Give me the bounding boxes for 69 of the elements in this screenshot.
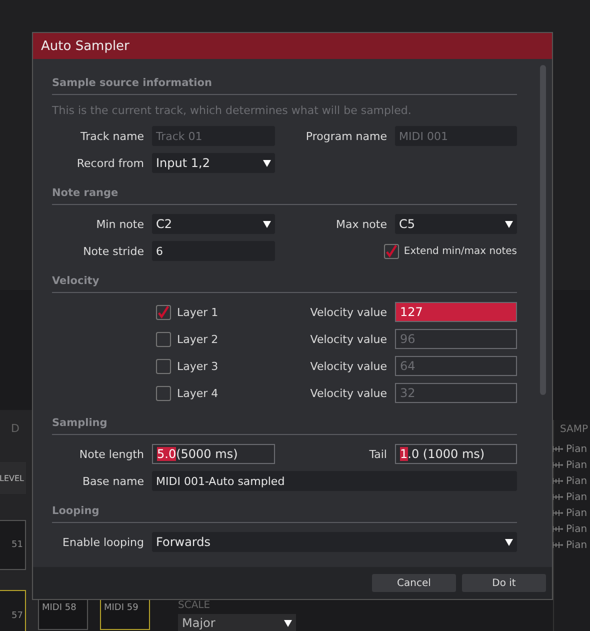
caret-icon: [284, 620, 292, 626]
tail-field[interactable]: 1.0 (1000 ms): [395, 444, 517, 464]
dialog-button[interactable]: Cancel: [372, 574, 456, 592]
caret-icon: [505, 220, 513, 228]
section-heading: Sample source information: [52, 77, 517, 95]
checkbox[interactable]: [156, 386, 171, 400]
record-from-dropdown[interactable]: Input 1,2: [152, 153, 275, 173]
sample-name: Pian: [566, 444, 588, 454]
pad[interactable]: 51: [0, 520, 26, 570]
field-label: Record from: [76, 156, 144, 170]
checkbox-label: Layer 1: [177, 306, 218, 318]
sample-name: Pian: [566, 540, 588, 550]
field-label: Velocity value: [309, 306, 387, 318]
scale-label: SCALE: [178, 600, 212, 611]
column-header: SAMP: [560, 424, 590, 435]
waveform-icon: [550, 509, 564, 517]
level-button[interactable]: LEVEL: [0, 462, 26, 494]
scrollbar-thumb[interactable]: [540, 65, 546, 395]
waveform-icon: [550, 493, 564, 501]
sample-name: Pian: [566, 476, 588, 486]
field-label: Min note: [95, 218, 144, 230]
caret-icon: [263, 220, 271, 228]
sample-name: Pian: [566, 524, 588, 534]
velocity-field[interactable]: 127: [395, 302, 517, 322]
section-heading: Looping: [52, 505, 517, 523]
looping-dropdown[interactable]: Forwards: [152, 532, 517, 552]
field-label: Note length: [78, 448, 144, 460]
section-heading: Sampling: [52, 417, 517, 435]
field-label: Velocity value: [309, 360, 387, 372]
section-heading: Note range: [52, 187, 517, 205]
checkbox-label: Extend min/max notes: [404, 246, 517, 256]
checkbox[interactable]: [156, 332, 171, 346]
waveform-icon: [550, 525, 564, 533]
field-label: Program name: [304, 130, 387, 142]
checkbox-label: Layer 4: [177, 386, 218, 400]
field-label: Max note: [334, 218, 387, 230]
max-note-dropdown[interactable]: C5: [395, 214, 517, 234]
checkbox[interactable]: [156, 358, 171, 374]
field-label: Enable looping: [62, 536, 144, 548]
field-label: Tail: [368, 448, 387, 460]
min-note-dropdown[interactable]: C2: [152, 214, 275, 234]
checkbox[interactable]: [156, 304, 171, 320]
sample-name: Pian: [566, 460, 588, 470]
field-label: Velocity value: [309, 386, 387, 400]
caret-icon: [263, 160, 271, 166]
dialog-button[interactable]: Do it: [462, 574, 546, 592]
checkbox-label: Layer 2: [177, 332, 218, 346]
pad[interactable]: 57: [0, 590, 26, 631]
note-stride-field[interactable]: 6: [152, 241, 275, 261]
sample-name: Pian: [566, 492, 588, 502]
dialog-title: Auto Sampler: [41, 38, 130, 54]
field-label: Track name: [80, 130, 144, 142]
base-name-field[interactable]: MIDI 001-Auto sampled: [152, 471, 517, 491]
description: This is the current track, which determines what will be sampled.: [52, 104, 412, 117]
waveform-icon: [550, 477, 564, 485]
checkbox-label: Layer 3: [177, 360, 218, 372]
sample-name: Pian: [566, 508, 588, 518]
field-label: Velocity value: [309, 332, 387, 346]
checkbox[interactable]: [384, 244, 399, 258]
field-label: Note stride: [82, 244, 144, 258]
waveform-icon: [550, 445, 564, 453]
waveform-icon: [550, 541, 564, 549]
caret-icon: [505, 538, 513, 546]
waveform-icon: [550, 461, 564, 469]
field-label: Base name: [82, 474, 144, 488]
section-heading: Velocity: [52, 275, 517, 293]
scale-dropdown[interactable]: Major: [178, 614, 296, 631]
column-header: D: [11, 422, 20, 435]
note-length-field[interactable]: 5.0(5000 ms): [152, 444, 275, 464]
